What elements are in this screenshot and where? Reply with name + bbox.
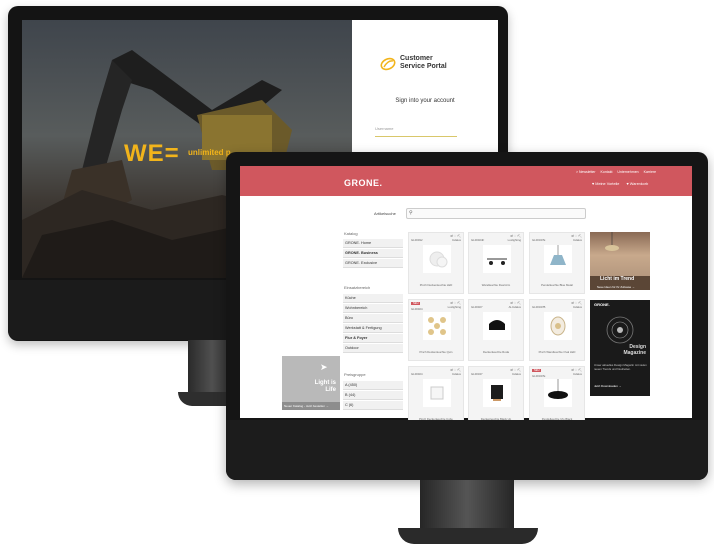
product-code: GL00347E (532, 238, 546, 242)
product-code: GL00347E (532, 374, 546, 378)
area-heading: Einsatzbereich (344, 285, 371, 290)
product-code: GL00347 (471, 372, 483, 376)
username-field[interactable]: Username (375, 126, 457, 137)
area-item-kueche[interactable]: Küche (343, 294, 403, 303)
product-name[interactable]: Deckenleuchte Roda (471, 350, 521, 354)
product-image[interactable] (544, 312, 572, 340)
front-monitor-chin (226, 420, 708, 480)
promo-trend-subtitle: Neue Ideen für Ihr Zuhause → (597, 285, 635, 289)
catalog-item-exclusive[interactable]: GRONE. Exclusive (343, 259, 403, 268)
portal-title-line2: Service Portal (400, 63, 447, 70)
product-name[interactable]: Pinch Wandleuchte Oval LED (532, 350, 582, 354)
search-icon[interactable]: ⚲ (409, 210, 413, 216)
magazine-text: Unser aktuelles Design Magazin mit viele… (594, 363, 647, 371)
product-brand: Indalux (451, 238, 461, 242)
shop-logo[interactable]: GRONE. (344, 178, 383, 188)
account-link-advantages[interactable]: ♥ Meine Vorteile (592, 182, 619, 186)
product-image[interactable] (423, 379, 451, 407)
catalog-item-home[interactable]: GRONE. Home (343, 239, 403, 248)
product-card[interactable]: GL00347 ⇄ ♡ ⛏ Indalux Deckenleuchte Black U… (468, 366, 524, 428)
magazine-download-button[interactable]: Jetzt Downloaden → (594, 384, 622, 388)
product-brand: Indalux (572, 372, 582, 376)
product-brand: Luxlighting (507, 238, 521, 242)
product-card[interactable]: GL00407 ⇄ ♡ ⛏ Al-Indalux Deckenleuchte Roda (468, 299, 524, 361)
account-nav: ♥ Meine Vorteile ♥ Warenkorb (586, 182, 648, 186)
product-name[interactable]: Pinch Deckenleuchte Quin (411, 350, 461, 354)
paper-plane-icon: ➤ (320, 362, 328, 372)
portal-title: Customer Service Portal (400, 55, 490, 71)
area-item-buero[interactable]: Büro (343, 314, 403, 323)
product-card[interactable]: GL00492 ⇄ ♡ ⛏ Indalux Pinch Deckenleuchte L… (408, 232, 464, 294)
product-brand: Luxlighting (447, 305, 461, 309)
product-image[interactable] (483, 379, 511, 407)
area-item-werkstatt[interactable]: Werkstatt & Fertigung (343, 324, 403, 333)
product-code: GL00347B (532, 305, 546, 309)
product-brand: Indalux (511, 372, 521, 376)
product-image[interactable] (423, 312, 451, 340)
product-code: GL00492 (411, 238, 423, 242)
area-item-wohnbereich[interactable]: Wohnbereich (343, 304, 403, 313)
price-item-a[interactable]: A (450) (343, 381, 403, 390)
product-card[interactable]: GL00347E ⇄ ♡ ⛏ Indalux Pendelleuchte Blue M… (529, 232, 585, 294)
front-monitor-foot (398, 528, 538, 544)
product-card[interactable]: NEU GL00404 ⇄ ♡ ⛏ Luxlighting Pinch Deckenle… (408, 299, 464, 361)
new-badge: NEU (532, 369, 542, 372)
product-image[interactable] (544, 379, 572, 407)
top-nav: > Newsletter Kontakt Unternehmen Karrier… (572, 170, 656, 174)
magazine-title: Design Magazine (623, 344, 646, 356)
price-item-c[interactable]: C (6) (343, 401, 403, 410)
price-heading: Preisgruppe (344, 372, 366, 377)
product-brand: Al-Indalux (508, 305, 521, 309)
product-image[interactable] (423, 245, 451, 273)
hero-headline: WE= (124, 140, 180, 167)
portal-title-line1: Customer (400, 55, 433, 62)
portal-logo-icon (380, 56, 396, 72)
product-code: GL00404 (411, 307, 423, 311)
product-code: GL00404 (411, 372, 423, 376)
product-name[interactable]: Wandleuchte Dual Arm (471, 283, 521, 287)
product-code: GL00404F (471, 238, 485, 242)
product-card[interactable]: NEU GL00347E ⇄ ♡ ⛏ Indalux Pendelleuchte Ufo… (529, 366, 585, 428)
portal-subtitle: Sign into your account (395, 98, 455, 104)
top-link-unternehmen[interactable]: Unternehmen (617, 170, 638, 174)
cart-link[interactable]: ♥ Warenkorb (626, 182, 648, 186)
top-link-newsletter[interactable]: > Newsletter (576, 170, 596, 174)
catalog-item-business[interactable]: GRONE. Business (343, 249, 403, 258)
top-link-karriere[interactable]: Karriere (644, 170, 656, 174)
hero-tagline: unlimited p (188, 148, 231, 157)
product-card[interactable]: GL00404 ⇄ ♡ ⛏ Indalux Pinch Deckenleuchte C… (408, 366, 464, 428)
promo-footer[interactable]: Neuer Katalog - Jetzt bestellen → (282, 402, 340, 410)
product-card[interactable]: GL00404F ⇄ ♡ ⛏ Luxlighting Wandleuchte Dual… (468, 232, 524, 294)
product-image[interactable] (544, 245, 572, 273)
promo-title-line2: Life (325, 387, 336, 393)
price-item-b[interactable]: B (44) (343, 391, 403, 400)
product-brand: Indalux (572, 305, 582, 309)
catalog-heading: Katalog (344, 231, 358, 236)
product-brand: Indalux (451, 372, 461, 376)
search-label: Artikelsuche (374, 211, 396, 216)
new-badge: NEU (411, 302, 421, 305)
area-item-outdoor[interactable]: Outdoor (343, 344, 403, 353)
area-item-flur[interactable]: Flur & Foyer (343, 334, 403, 343)
product-card[interactable]: GL00347B ⇄ ♡ ⛏ Indalux Pinch Wandleuchte Ov… (529, 299, 585, 361)
promo-title: Light is Life (300, 380, 336, 394)
promo-trend-title: Licht im Trend (600, 276, 635, 282)
top-link-kontakt[interactable]: Kontakt (601, 170, 613, 174)
promo-title-line1: Light is (314, 380, 336, 386)
product-name[interactable]: Pinch Deckenleuchte LED (411, 283, 461, 287)
product-brand: Indalux (572, 238, 582, 242)
magazine-brand: GRONE. (594, 302, 610, 307)
product-image[interactable] (483, 245, 511, 273)
product-name[interactable]: Pendelleuchte Blue Metal (532, 283, 582, 287)
front-monitor-stand (420, 480, 514, 534)
search-input[interactable] (406, 208, 586, 219)
product-image[interactable] (483, 312, 511, 340)
product-code: GL00407 (471, 305, 483, 309)
